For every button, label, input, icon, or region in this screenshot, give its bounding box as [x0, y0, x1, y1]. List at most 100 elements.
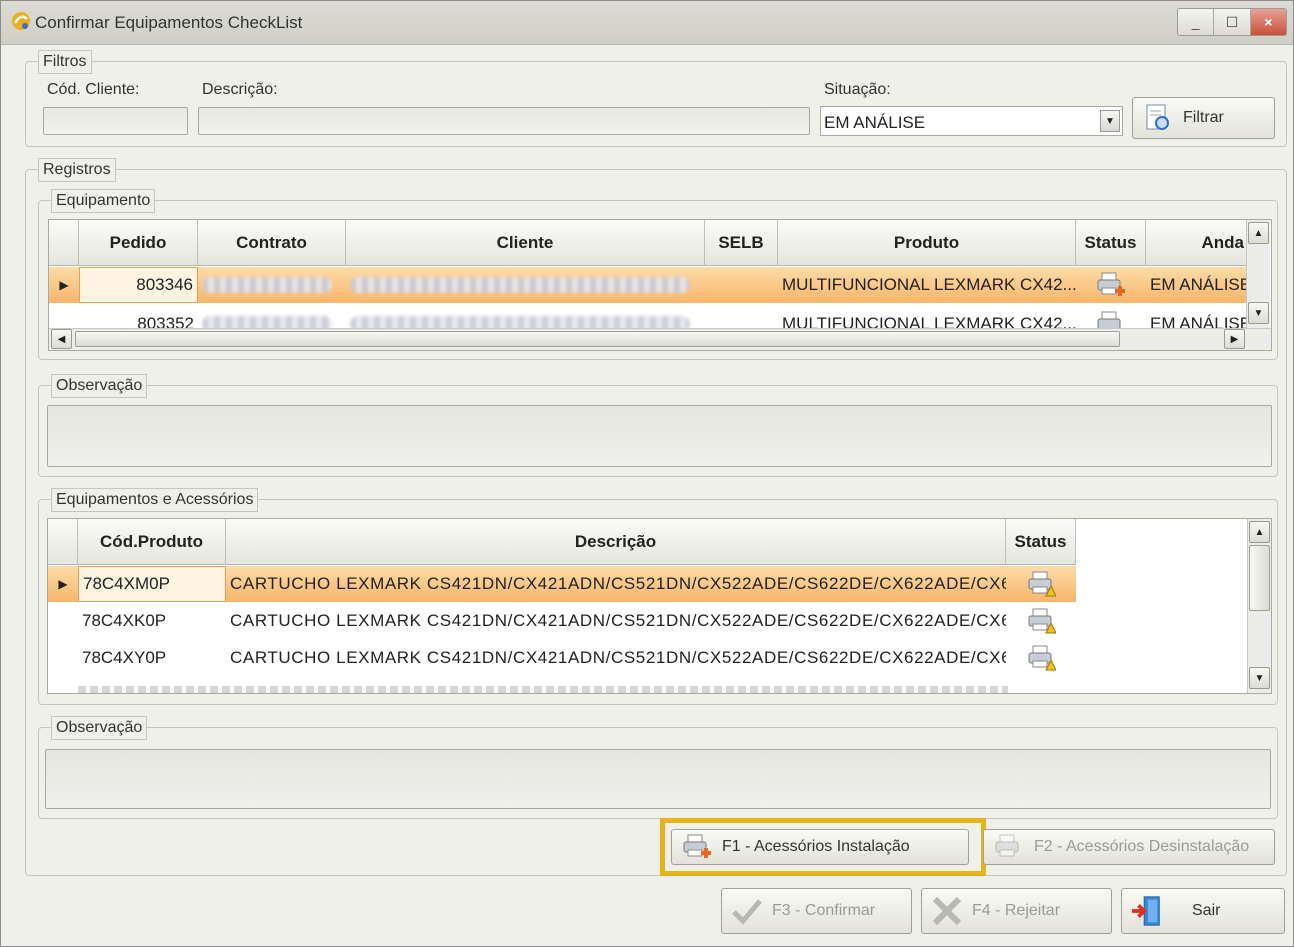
close-button[interactable]: ×: [1250, 9, 1286, 35]
table-row[interactable]: 78C4XK0P CARTUCHO LEXMARK CS421DN/CX421A…: [48, 603, 1076, 639]
pedido-value: 803346: [136, 275, 193, 294]
pedido-cell[interactable]: 803346: [79, 267, 198, 303]
title-bar[interactable]: Confirmar Equipamentos CheckList _ ☐ ×: [1, 1, 1293, 45]
row-header: [48, 603, 78, 639]
contrato-cell[interactable]: [198, 267, 346, 303]
selb-cell[interactable]: [705, 267, 778, 303]
filtrar-label: Filtrar: [1183, 109, 1224, 126]
partial-row-fade: [78, 679, 1076, 693]
scroll-up-icon[interactable]: ▲: [1249, 521, 1270, 543]
col-status[interactable]: Status: [1006, 519, 1076, 565]
f3-confirmar-button[interactable]: F3 - Confirmar: [721, 888, 912, 934]
cod-produto-value: 78C4XM0P: [83, 574, 170, 593]
scroll-thumb[interactable]: [75, 331, 1120, 347]
andamento-cell[interactable]: EM ANÁLISE: [1146, 304, 1249, 328]
observacao-textarea-2[interactable]: [45, 749, 1271, 809]
descricao-cell[interactable]: CARTUCHO LEXMARK CS421DN/CX421ADN/CS521D…: [226, 566, 1006, 602]
row-header: [48, 640, 78, 676]
window: Confirmar Equipamentos CheckList _ ☐ × F…: [0, 0, 1294, 947]
status-cell[interactable]: [1006, 603, 1076, 639]
col-andamento[interactable]: Anda: [1146, 220, 1249, 266]
equipamento-horizontal-scrollbar[interactable]: ◀ ▶: [49, 328, 1271, 350]
descricao-label: Descrição:: [202, 81, 278, 98]
cod-produto-cell[interactable]: 78C4XY0P: [78, 640, 226, 676]
scroll-up-icon[interactable]: ▲: [1248, 222, 1269, 244]
descricao-value: CARTUCHO LEXMARK CS421DN/CX421ADN/CS521D…: [230, 648, 1006, 667]
status-cell[interactable]: [1076, 304, 1146, 328]
cliente-cell[interactable]: [346, 304, 705, 328]
acessorios-vertical-scrollbar[interactable]: ▲ ▼: [1247, 519, 1271, 693]
cod-produto-cell[interactable]: 78C4XK0P: [78, 603, 226, 639]
col-pedido[interactable]: Pedido: [79, 220, 198, 266]
scroll-down-icon[interactable]: ▼: [1248, 302, 1269, 324]
window-title: Confirmar Equipamentos CheckList: [35, 13, 303, 32]
printer-warning-icon: [1028, 571, 1056, 597]
equipamento-vertical-scrollbar[interactable]: ▲ ▼: [1246, 220, 1270, 328]
table-row[interactable]: 78C4XY0P CARTUCHO LEXMARK CS421DN/CX421A…: [48, 640, 1076, 676]
acessorios-grid-header: Cód.Produto Descrição Status: [48, 519, 1076, 565]
f2-acessorios-desinstalacao-button[interactable]: F2 - Acessórios Desinstalação: [983, 829, 1275, 865]
equipamento-grid-header: Pedido Contrato Cliente SELB Produto Sta…: [49, 220, 1249, 266]
row-header: [49, 304, 79, 328]
col-selb[interactable]: SELB: [705, 220, 778, 266]
minimize-button[interactable]: _: [1178, 9, 1215, 35]
status-cell[interactable]: [1006, 640, 1076, 676]
situacao-select[interactable]: EM ANÁLISE ▼: [820, 106, 1123, 136]
checkmark-icon: [730, 894, 764, 928]
acessorios-legend: Equipamentos e Acessórios: [51, 488, 259, 512]
registros-legend: Registros: [38, 158, 116, 182]
produto-cell[interactable]: MULTIFUNCIONAL LEXMARK CX42...: [778, 267, 1076, 303]
cliente-cell[interactable]: [346, 267, 705, 303]
scroll-left-icon[interactable]: ◀: [51, 329, 72, 349]
status-cell[interactable]: [1076, 267, 1146, 303]
printer-add-icon: [1097, 272, 1125, 296]
produto-value: MULTIFUNCIONAL LEXMARK CX42...: [782, 314, 1076, 328]
produto-cell[interactable]: MULTIFUNCIONAL LEXMARK CX42...: [778, 304, 1076, 328]
f4-rejeitar-button[interactable]: F4 - Rejeitar: [921, 888, 1112, 934]
table-row[interactable]: ▶ 803346 MULTIFUNCIONAL LEXMARK CX42... …: [49, 267, 1249, 303]
col-status[interactable]: Status: [1076, 220, 1146, 266]
observacao-legend-2: Observação: [51, 716, 148, 740]
contrato-cell[interactable]: [198, 304, 346, 328]
scroll-right-icon[interactable]: ▶: [1224, 329, 1245, 349]
pedido-cell[interactable]: 803352: [79, 304, 198, 328]
col-cliente[interactable]: Cliente: [346, 220, 705, 266]
descricao-cell[interactable]: CARTUCHO LEXMARK CS421DN/CX421ADN/CS521D…: [226, 640, 1006, 676]
andamento-cell[interactable]: EM ANÁLISE: [1146, 267, 1249, 303]
acessorios-grid: Cód.Produto Descrição Status ▶ 78C4XM0P …: [47, 518, 1272, 694]
selb-cell[interactable]: [705, 304, 778, 328]
descricao-input[interactable]: [198, 107, 810, 135]
cod-produto-cell[interactable]: 78C4XM0P: [78, 566, 226, 602]
sair-label: Sair: [1192, 902, 1221, 919]
chevron-down-icon[interactable]: ▼: [1100, 110, 1120, 132]
col-cod-produto[interactable]: Cód.Produto: [78, 519, 226, 565]
equipamento-grid: Pedido Contrato Cliente SELB Produto Sta…: [48, 219, 1272, 351]
maximize-button[interactable]: ☐: [1214, 9, 1251, 35]
col-contrato[interactable]: Contrato: [198, 220, 346, 266]
redacted-text: [350, 316, 690, 328]
cod-cliente-input[interactable]: [43, 107, 188, 135]
descricao-cell[interactable]: CARTUCHO LEXMARK CS421DN/CX421ADN/CS521D…: [226, 603, 1006, 639]
row-pointer-icon: ▶: [58, 577, 68, 591]
descricao-value: CARTUCHO LEXMARK CS421DN/CX421ADN/CS521D…: [230, 574, 1006, 593]
col-produto[interactable]: Produto: [778, 220, 1076, 266]
status-cell[interactable]: [1006, 566, 1076, 602]
scroll-thumb[interactable]: [1249, 545, 1270, 611]
observacao-textarea-1[interactable]: [47, 405, 1272, 467]
sair-button[interactable]: Sair: [1121, 888, 1285, 934]
observacao-legend-1: Observação: [51, 374, 148, 398]
highlight-box: [660, 818, 986, 876]
exit-door-icon: [1130, 894, 1164, 928]
table-row[interactable]: 803352 MULTIFUNCIONAL LEXMARK CX42... EM…: [49, 304, 1249, 328]
app-logo-icon: [12, 12, 30, 30]
cod-produto-value: 78C4XY0P: [82, 648, 167, 667]
x-reject-icon: [930, 894, 964, 928]
f4-label: F4 - Rejeitar: [972, 902, 1061, 919]
scroll-down-icon[interactable]: ▼: [1249, 667, 1270, 689]
col-descricao[interactable]: Descrição: [226, 519, 1006, 565]
table-row[interactable]: ▶ 78C4XM0P CARTUCHO LEXMARK CS421DN/CX42…: [48, 566, 1076, 602]
situacao-label: Situação:: [824, 81, 891, 98]
situacao-value: EM ANÁLISE: [824, 113, 926, 132]
printer-warning-icon: [1028, 645, 1056, 671]
filtrar-button[interactable]: Filtrar: [1132, 97, 1275, 139]
